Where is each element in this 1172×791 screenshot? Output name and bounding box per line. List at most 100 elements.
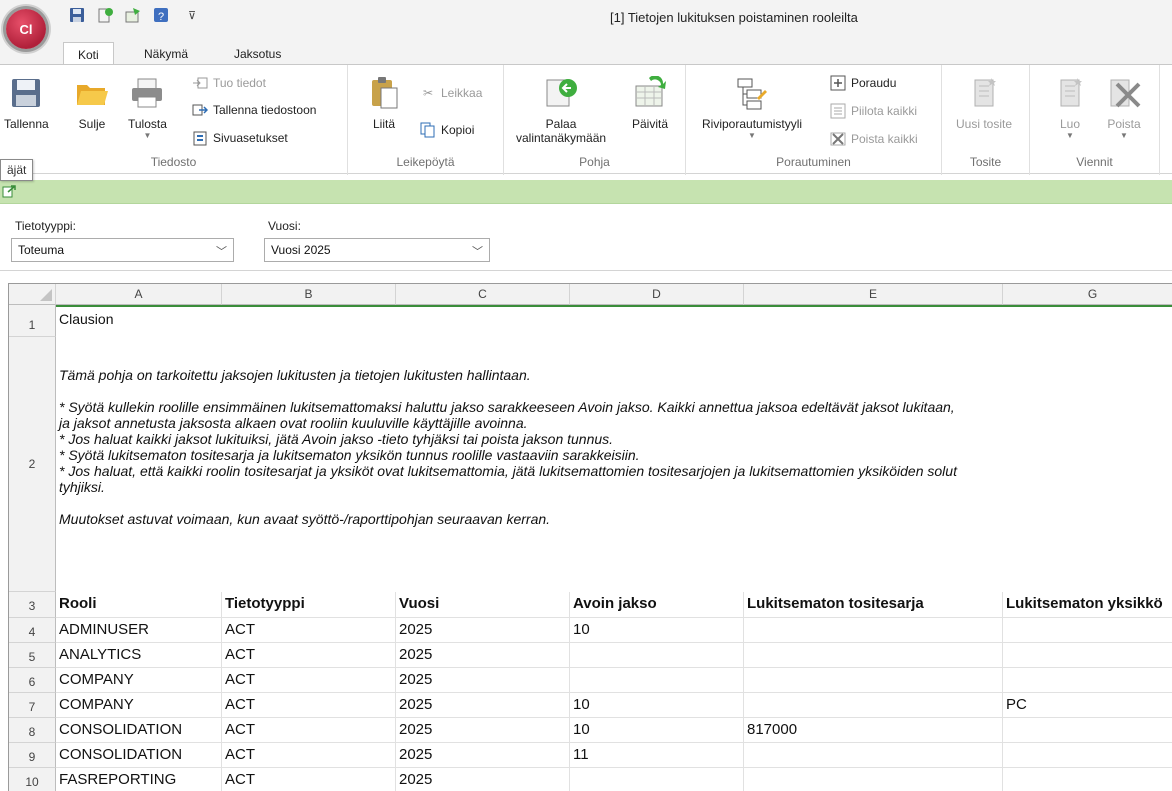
cell-year[interactable]: 2025 — [396, 618, 570, 643]
qat-new-icon[interactable] — [96, 6, 114, 24]
header-cell-role[interactable]: Rooli — [56, 592, 222, 618]
tab-koti[interactable]: Koti — [63, 42, 114, 65]
app-logo[interactable]: Cl — [6, 9, 46, 49]
cell-role[interactable]: CONSOLIDATION — [56, 743, 222, 768]
row-header[interactable]: 5 — [9, 643, 56, 668]
cell-unit[interactable] — [1003, 668, 1172, 693]
cell-voucher-series[interactable]: 817000 — [744, 718, 1003, 743]
close-button[interactable]: Sulje — [74, 73, 110, 131]
cell-open-period[interactable]: 11 — [570, 743, 744, 768]
print-button[interactable]: Tulosta ▼ — [128, 73, 167, 140]
cell-year[interactable]: 2025 — [396, 668, 570, 693]
cell-open-period[interactable]: 10 — [570, 718, 744, 743]
qat-refresh-icon[interactable] — [124, 6, 142, 24]
cell-role[interactable]: ANALYTICS — [56, 643, 222, 668]
column-header-d[interactable]: D — [570, 284, 744, 305]
cell-data-type[interactable]: ACT — [222, 768, 396, 791]
cell-data-type[interactable]: ACT — [222, 743, 396, 768]
cell-unit[interactable] — [1003, 768, 1172, 791]
back-to-selection-button[interactable]: Palaa valintanäkymään — [516, 73, 606, 145]
save-to-file-button[interactable]: Tallenna tiedostoon — [192, 102, 316, 118]
cell-open-period[interactable]: 10 — [570, 693, 744, 718]
column-header-a[interactable]: A — [56, 284, 222, 305]
cell-year[interactable]: 2025 — [396, 693, 570, 718]
cell-open-period[interactable] — [570, 768, 744, 791]
select-all-corner[interactable] — [9, 284, 56, 305]
cell-year[interactable]: 2025 — [396, 768, 570, 791]
cell-voucher-series[interactable] — [744, 768, 1003, 791]
cell-role[interactable]: COMPANY — [56, 693, 222, 718]
cell-data-type[interactable]: ACT — [222, 668, 396, 693]
delete-entry-dropdown-icon[interactable]: ▼ — [1120, 131, 1128, 140]
cell-data-type[interactable]: ACT — [222, 618, 396, 643]
cell-voucher-series[interactable] — [744, 743, 1003, 768]
row-header[interactable]: 1 — [9, 305, 56, 337]
cell-data-type[interactable]: ACT — [222, 643, 396, 668]
cell-unit[interactable] — [1003, 718, 1172, 743]
header-cell-data-type[interactable]: Tietotyyppi — [222, 592, 396, 618]
cell-role[interactable]: CONSOLIDATION — [56, 718, 222, 743]
cell-voucher-series[interactable] — [744, 643, 1003, 668]
import-button[interactable]: Tuo tiedot — [192, 75, 266, 91]
copy-button[interactable]: Kopioi — [420, 122, 474, 138]
create-entry-dropdown-icon[interactable]: ▼ — [1066, 131, 1074, 140]
cell-role[interactable]: FASREPORTING — [56, 768, 222, 791]
cell-data-type[interactable]: ACT — [222, 693, 396, 718]
save-button[interactable]: Tallenna — [4, 73, 49, 131]
cell-voucher-series[interactable] — [744, 693, 1003, 718]
header-cell-unlocked-unit[interactable]: Lukitsematon yksikkö — [1003, 592, 1172, 618]
row-header[interactable]: 8 — [9, 718, 56, 743]
column-header-c[interactable]: C — [396, 284, 570, 305]
print-dropdown-icon[interactable]: ▼ — [143, 131, 151, 140]
data-type-select[interactable]: Toteuma ﹀ — [11, 238, 234, 262]
tab-nakyma[interactable]: Näkymä — [130, 42, 202, 65]
column-header-b[interactable]: B — [222, 284, 396, 305]
row-header[interactable]: 2 — [9, 337, 56, 592]
cell-a2-instructions[interactable]: Tämä pohja on tarkoitettu jaksojen lukit… — [56, 337, 1172, 592]
cell-voucher-series[interactable] — [744, 668, 1003, 693]
hide-all-button[interactable]: Piilota kaikki — [830, 103, 917, 119]
cell-year[interactable]: 2025 — [396, 718, 570, 743]
column-header-g[interactable]: G — [1003, 284, 1172, 305]
row-header[interactable]: 6 — [9, 668, 56, 693]
cell-data-type[interactable]: ACT — [222, 718, 396, 743]
cell-year[interactable]: 2025 — [396, 743, 570, 768]
cell-year[interactable]: 2025 — [396, 643, 570, 668]
spreadsheet-grid[interactable]: A B C D E G 1 2 3 4 5 6 7 8 9 10 Clausio… — [8, 283, 1172, 791]
page-setup-button[interactable]: Sivuasetukset — [192, 130, 288, 146]
row-header[interactable]: 4 — [9, 618, 56, 643]
cell-unit[interactable] — [1003, 743, 1172, 768]
row-header[interactable]: 3 — [9, 592, 56, 618]
paste-button[interactable]: Liitä — [366, 73, 402, 131]
qat-save-icon[interactable] — [68, 6, 86, 24]
header-cell-year[interactable]: Vuosi — [396, 592, 570, 618]
year-select[interactable]: Vuosi 2025 ﹀ — [264, 238, 490, 262]
row-header[interactable]: 9 — [9, 743, 56, 768]
cell-role[interactable]: COMPANY — [56, 668, 222, 693]
qat-help-icon[interactable]: ? — [152, 6, 170, 24]
header-cell-unlocked-voucher-series[interactable]: Lukitsematon tositesarja — [744, 592, 1003, 618]
row-header[interactable]: 7 — [9, 693, 56, 718]
remove-all-button[interactable]: Poista kaikki — [830, 131, 918, 147]
cell-unit[interactable] — [1003, 643, 1172, 668]
cut-button[interactable]: ✂ Leikkaa — [420, 85, 482, 101]
new-voucher-button[interactable]: Uusi tosite — [956, 73, 1012, 131]
cell-unit[interactable]: PC — [1003, 693, 1172, 718]
header-cell-open-period[interactable]: Avoin jakso — [570, 592, 744, 618]
cell-open-period[interactable]: 10 — [570, 618, 744, 643]
cell-unit[interactable] — [1003, 618, 1172, 643]
cell-role[interactable]: ADMINUSER — [56, 618, 222, 643]
delete-entry-button[interactable]: Poista ▼ — [1106, 73, 1142, 140]
cell-voucher-series[interactable] — [744, 618, 1003, 643]
column-header-e[interactable]: E — [744, 284, 1003, 305]
row-drill-style-dropdown-icon[interactable]: ▼ — [748, 131, 756, 140]
cell-open-period[interactable] — [570, 643, 744, 668]
refresh-button[interactable]: Päivitä — [632, 73, 668, 131]
cell-a1[interactable]: Clausion — [56, 307, 1172, 337]
strip-export-icon[interactable] — [2, 184, 16, 201]
row-drill-style-button[interactable]: Riviporautumistyyli ▼ — [702, 73, 802, 140]
qat-customize-icon[interactable]: ⊽ — [188, 9, 196, 22]
cell-open-period[interactable] — [570, 668, 744, 693]
drill-button[interactable]: Poraudu — [830, 75, 896, 91]
create-entry-button[interactable]: Luo ▼ — [1052, 73, 1088, 140]
